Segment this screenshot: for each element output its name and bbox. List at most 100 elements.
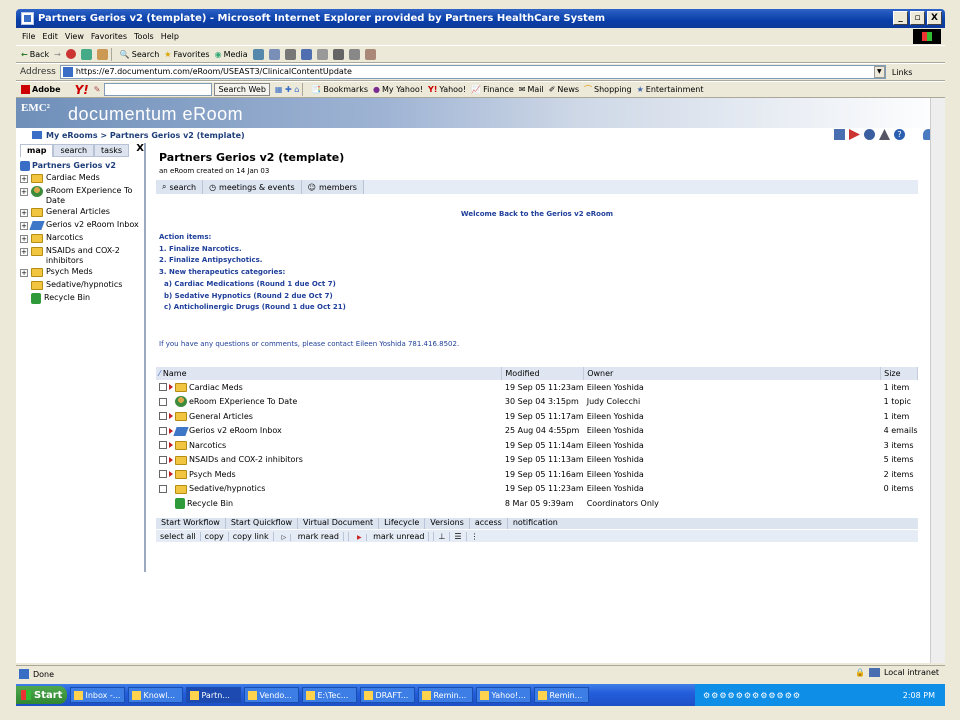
col-size-header[interactable]: Size bbox=[880, 367, 918, 380]
expand-icon[interactable]: + bbox=[20, 175, 28, 183]
table-row[interactable]: eRoom EXperience To Date 30 Sep 04 3:15pm… bbox=[156, 395, 918, 410]
row-name[interactable]: Cardiac Meds bbox=[189, 383, 243, 392]
stop-icon[interactable] bbox=[65, 49, 76, 59]
tray-icons[interactable]: ⚙⚙⚙⚙⚙⚙⚙⚙⚙⚙⚙⚙ bbox=[703, 691, 801, 700]
select-all-button[interactable]: select all bbox=[156, 531, 201, 541]
tab-meetings-events[interactable]: ◷ meetings & events bbox=[203, 180, 302, 194]
address-dropdown-icon[interactable]: ▼ bbox=[873, 66, 885, 78]
table-row[interactable]: General Articles 19 Sep 05 11:17am Eileen … bbox=[156, 409, 918, 424]
print-icon[interactable] bbox=[284, 48, 296, 60]
virtual-document-button[interactable]: Virtual Document bbox=[298, 518, 380, 529]
expand-arrow-icon[interactable] bbox=[169, 456, 173, 463]
news-button[interactable]: ✐ News bbox=[549, 85, 579, 94]
row-name[interactable]: Psych Meds bbox=[189, 470, 236, 479]
start-quickflow-button[interactable]: Start Quickflow bbox=[226, 518, 299, 529]
edit-icon[interactable] bbox=[300, 48, 312, 60]
eroom-home-icon[interactable] bbox=[32, 131, 42, 139]
taskbar-item[interactable]: Partn... bbox=[186, 687, 242, 703]
expand-icon[interactable]: + bbox=[20, 222, 28, 230]
expand-icon[interactable]: + bbox=[20, 209, 28, 217]
tab-tasks[interactable]: tasks bbox=[94, 144, 130, 157]
taskbar-item[interactable]: Remin... bbox=[534, 687, 590, 703]
toolbar-icon-group[interactable]: ▦ ✚ ⌂ bbox=[275, 85, 299, 94]
my-yahoo-button[interactable]: ● My Yahoo! bbox=[373, 85, 423, 94]
menu-file[interactable]: File bbox=[22, 32, 35, 41]
notification-button[interactable]: notification bbox=[508, 518, 563, 529]
restore-button[interactable]: ▫ bbox=[910, 11, 925, 25]
view-details-icon[interactable]: ☰ bbox=[450, 531, 467, 541]
history-icon[interactable] bbox=[252, 48, 264, 60]
tab-search[interactable]: search bbox=[53, 144, 95, 157]
taskbar-item[interactable]: E:\Tec... bbox=[302, 687, 358, 703]
search-button[interactable]: 🔍 Search bbox=[120, 50, 159, 59]
row-checkbox[interactable] bbox=[159, 441, 167, 450]
comment-icon[interactable] bbox=[864, 129, 875, 140]
menu-view[interactable]: View bbox=[65, 32, 84, 41]
table-row[interactable]: Gerios v2 eRoom Inbox 25 Aug 04 4:55pm Eil… bbox=[156, 424, 918, 439]
expand-icon[interactable]: + bbox=[20, 248, 28, 256]
table-row[interactable]: Cardiac Meds 19 Sep 05 11:23am Eileen Yosh… bbox=[156, 380, 918, 395]
nav-item[interactable]: + Narcotics bbox=[20, 233, 144, 245]
discuss-icon[interactable] bbox=[316, 48, 328, 60]
taskbar-item[interactable]: Vendo... bbox=[244, 687, 300, 703]
copy-link-button[interactable]: copy link bbox=[229, 531, 274, 541]
table-row[interactable]: Recycle Bin 8 Mar 05 9:39am Coordinators O… bbox=[156, 496, 918, 511]
alert-icon[interactable] bbox=[879, 129, 890, 140]
mark-unread-button[interactable]: ▶ mark unread bbox=[349, 531, 435, 541]
menu-favorites[interactable]: Favorites bbox=[91, 32, 127, 41]
table-row[interactable]: Sedative/hypnotics 19 Sep 05 11:23am Eilee… bbox=[156, 482, 918, 497]
view-outline-icon[interactable]: ⋮ bbox=[467, 532, 483, 541]
row-checkbox[interactable] bbox=[159, 426, 167, 435]
taskbar-item[interactable]: Remin... bbox=[418, 687, 474, 703]
close-button[interactable]: X bbox=[927, 11, 942, 25]
col-owner-header[interactable]: Owner bbox=[583, 367, 882, 380]
nav-item[interactable]: + NSAIDs and COX-2 inhibitors bbox=[20, 246, 144, 266]
paste-icon[interactable] bbox=[364, 48, 376, 60]
nav-item[interactable]: + eRoom EXperience To Date bbox=[20, 186, 144, 206]
expand-arrow-icon[interactable] bbox=[169, 384, 173, 391]
nav-item[interactable]: Sedative/hypnotics bbox=[20, 280, 144, 292]
row-checkbox[interactable] bbox=[159, 484, 167, 493]
expand-arrow-icon[interactable] bbox=[169, 427, 173, 434]
vertical-scrollbar[interactable] bbox=[930, 98, 945, 663]
shopping-button[interactable]: ⌒ Shopping bbox=[584, 84, 632, 95]
row-name[interactable]: Gerios v2 eRoom Inbox bbox=[189, 426, 282, 435]
expand-icon[interactable]: + bbox=[20, 235, 28, 243]
home-icon[interactable] bbox=[96, 48, 108, 60]
taskbar-item[interactable]: Yahoo!... bbox=[476, 687, 532, 703]
yahoo-logo[interactable]: Y! bbox=[75, 83, 89, 97]
row-name[interactable]: Narcotics bbox=[189, 441, 226, 450]
row-checkbox[interactable] bbox=[159, 397, 167, 406]
row-checkbox[interactable] bbox=[159, 470, 167, 479]
window-title-bar[interactable]: Partners Gerios v2 (template) - Microsof… bbox=[16, 9, 945, 28]
cut-icon[interactable] bbox=[332, 48, 344, 60]
adobe-button[interactable]: Adobe bbox=[21, 85, 61, 94]
table-row[interactable]: NSAIDs and COX-2 inhibitors 19 Sep 05 11:… bbox=[156, 453, 918, 468]
back-button[interactable]: ← Back bbox=[21, 50, 49, 59]
copy-button[interactable]: copy bbox=[201, 531, 229, 541]
copy-icon[interactable] bbox=[348, 48, 360, 60]
tab-map[interactable]: map bbox=[20, 144, 54, 157]
entertainment-button[interactable]: ★ Entertainment bbox=[637, 85, 704, 94]
pencil-icon[interactable]: ✎ bbox=[94, 85, 101, 94]
finance-button[interactable]: 📈 Finance bbox=[471, 85, 514, 94]
minimize-button[interactable]: _ bbox=[893, 11, 908, 25]
mail-button[interactable]: ✉ Mail bbox=[519, 85, 544, 94]
nav-item[interactable]: + Psych Meds bbox=[20, 267, 144, 279]
menu-edit[interactable]: Edit bbox=[42, 32, 58, 41]
close-nav-icon[interactable]: X bbox=[136, 144, 144, 157]
nav-item[interactable]: + General Articles bbox=[20, 207, 144, 219]
taskbar-item[interactable]: Knowl... bbox=[128, 687, 184, 703]
row-checkbox[interactable] bbox=[159, 412, 167, 421]
lifecycle-button[interactable]: Lifecycle bbox=[379, 518, 426, 529]
start-workflow-button[interactable]: Start Workflow bbox=[156, 518, 226, 529]
expand-arrow-icon[interactable] bbox=[169, 442, 173, 449]
row-name[interactable]: Sedative/hypnotics bbox=[189, 484, 265, 493]
address-input[interactable]: https://e7.documentum.com/eRoom/USEAST3/… bbox=[59, 65, 886, 79]
yahoo-button[interactable]: Y! Yahoo! bbox=[428, 85, 466, 94]
search-web-button[interactable]: Search Web bbox=[214, 83, 270, 96]
nav-item[interactable]: + Gerios v2 eRoom Inbox bbox=[20, 220, 144, 232]
bookmarks-button[interactable]: 📑 Bookmarks bbox=[311, 85, 368, 94]
versions-button[interactable]: Versions bbox=[425, 518, 470, 529]
row-checkbox[interactable] bbox=[159, 455, 167, 464]
